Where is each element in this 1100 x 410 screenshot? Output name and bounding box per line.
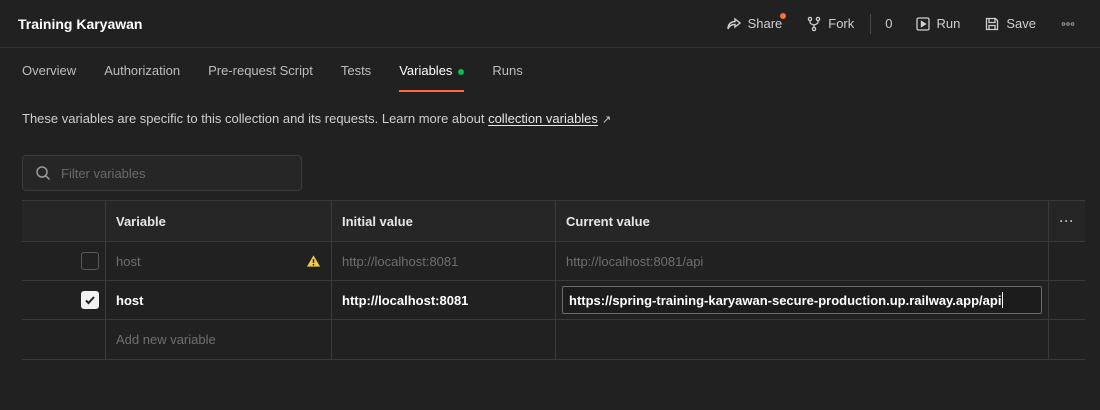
text-caret	[1002, 292, 1004, 308]
current-value-cell[interactable]	[556, 320, 1049, 359]
run-icon	[915, 16, 930, 31]
share-label: Share	[747, 16, 783, 31]
current-value-cell[interactable]: https://spring-training-karyawan-secure-…	[556, 281, 1049, 319]
initial-value: http://localhost:8081	[342, 253, 459, 269]
save-button[interactable]: Save	[974, 10, 1046, 38]
current-value: https://spring-training-karyawan-secure-…	[569, 292, 1002, 308]
variable-enable-checkbox[interactable]	[81, 291, 99, 309]
fork-label: Fork	[828, 16, 855, 31]
variable-name: host	[116, 253, 141, 269]
collection-variables-link[interactable]: collection variables	[488, 111, 598, 126]
tab-variables[interactable]: Variables	[385, 63, 478, 92]
current-value-editor[interactable]: https://spring-training-karyawan-secure-…	[562, 286, 1042, 314]
row-menu-cell	[1049, 320, 1085, 359]
header-check-cell	[22, 201, 106, 241]
current-value-cell[interactable]: http://localhost:8081/api	[556, 242, 1049, 280]
more-dots-icon: ···	[1059, 214, 1075, 228]
table-header-row: Variable Initial value Current value ···	[22, 200, 1085, 242]
tab-variables-label: Variables	[399, 63, 453, 78]
more-dots-icon	[1061, 21, 1075, 26]
add-new-variable-cell[interactable]: Add new variable	[106, 320, 332, 359]
table-options-button[interactable]: ···	[1049, 201, 1085, 241]
description-text: These variables are specific to this col…	[22, 111, 489, 126]
table-row: host http://localhost:8081 https://sprin…	[22, 281, 1085, 320]
initial-value-cell[interactable]: http://localhost:8081	[332, 242, 556, 280]
collection-header: Training Karyawan Share Fork 0 Run Save	[0, 0, 1100, 48]
filter-variables-field[interactable]	[22, 155, 302, 191]
row-check-cell	[22, 242, 106, 280]
row-check-cell	[22, 281, 106, 319]
more-options-button[interactable]	[1050, 10, 1086, 38]
variable-name-cell[interactable]: host	[106, 281, 332, 319]
add-new-variable-placeholder: Add new variable	[116, 332, 216, 347]
tab-authorization[interactable]: Authorization	[90, 63, 194, 92]
collection-tabs: Overview Authorization Pre-request Scrip…	[0, 48, 1100, 92]
tab-runs[interactable]: Runs	[478, 63, 536, 92]
tab-overview[interactable]: Overview	[22, 63, 90, 92]
variable-enable-checkbox[interactable]	[81, 252, 99, 270]
column-header-current-value: Current value	[556, 201, 1049, 241]
table-row: host http://localhost:8081 http://localh…	[22, 242, 1085, 281]
variables-status-dot	[458, 68, 465, 75]
variables-table: Variable Initial value Current value ···…	[22, 200, 1085, 360]
save-label: Save	[1006, 16, 1036, 31]
variable-name: host	[116, 292, 144, 308]
column-header-initial-value: Initial value	[332, 201, 556, 241]
warning-icon[interactable]	[306, 254, 321, 268]
add-variable-row: Add new variable	[22, 320, 1085, 360]
variables-description: These variables are specific to this col…	[22, 111, 611, 126]
checkmark-icon	[85, 296, 95, 305]
variable-name-cell[interactable]: host	[106, 242, 332, 280]
share-notification-dot	[780, 12, 787, 19]
external-link-icon: ↗	[601, 114, 612, 126]
tab-pre-request-script[interactable]: Pre-request Script	[194, 63, 327, 92]
header-actions: Share Fork 0 Run Save	[716, 10, 1086, 38]
row-menu-cell	[1049, 281, 1085, 319]
filter-variables-input[interactable]	[59, 164, 283, 182]
initial-value: http://localhost:8081	[342, 292, 469, 308]
row-menu-cell	[1049, 242, 1085, 280]
run-button[interactable]: Run	[905, 10, 971, 38]
current-value: http://localhost:8081/api	[566, 253, 704, 269]
run-label: Run	[936, 16, 961, 31]
share-button[interactable]: Share	[716, 10, 793, 38]
fork-count: 0	[885, 16, 893, 31]
collection-title: Training Karyawan	[18, 15, 143, 32]
column-header-variable: Variable	[106, 201, 332, 241]
row-check-cell	[22, 320, 106, 359]
fork-button[interactable]: Fork	[796, 10, 864, 38]
tab-tests[interactable]: Tests	[327, 63, 385, 92]
share-icon	[726, 17, 741, 29]
save-icon	[986, 17, 999, 30]
search-icon	[36, 166, 51, 181]
fork-icon	[808, 16, 821, 31]
initial-value-cell[interactable]	[332, 320, 556, 359]
fork-divider	[870, 13, 872, 34]
initial-value-cell[interactable]: http://localhost:8081	[332, 281, 556, 319]
